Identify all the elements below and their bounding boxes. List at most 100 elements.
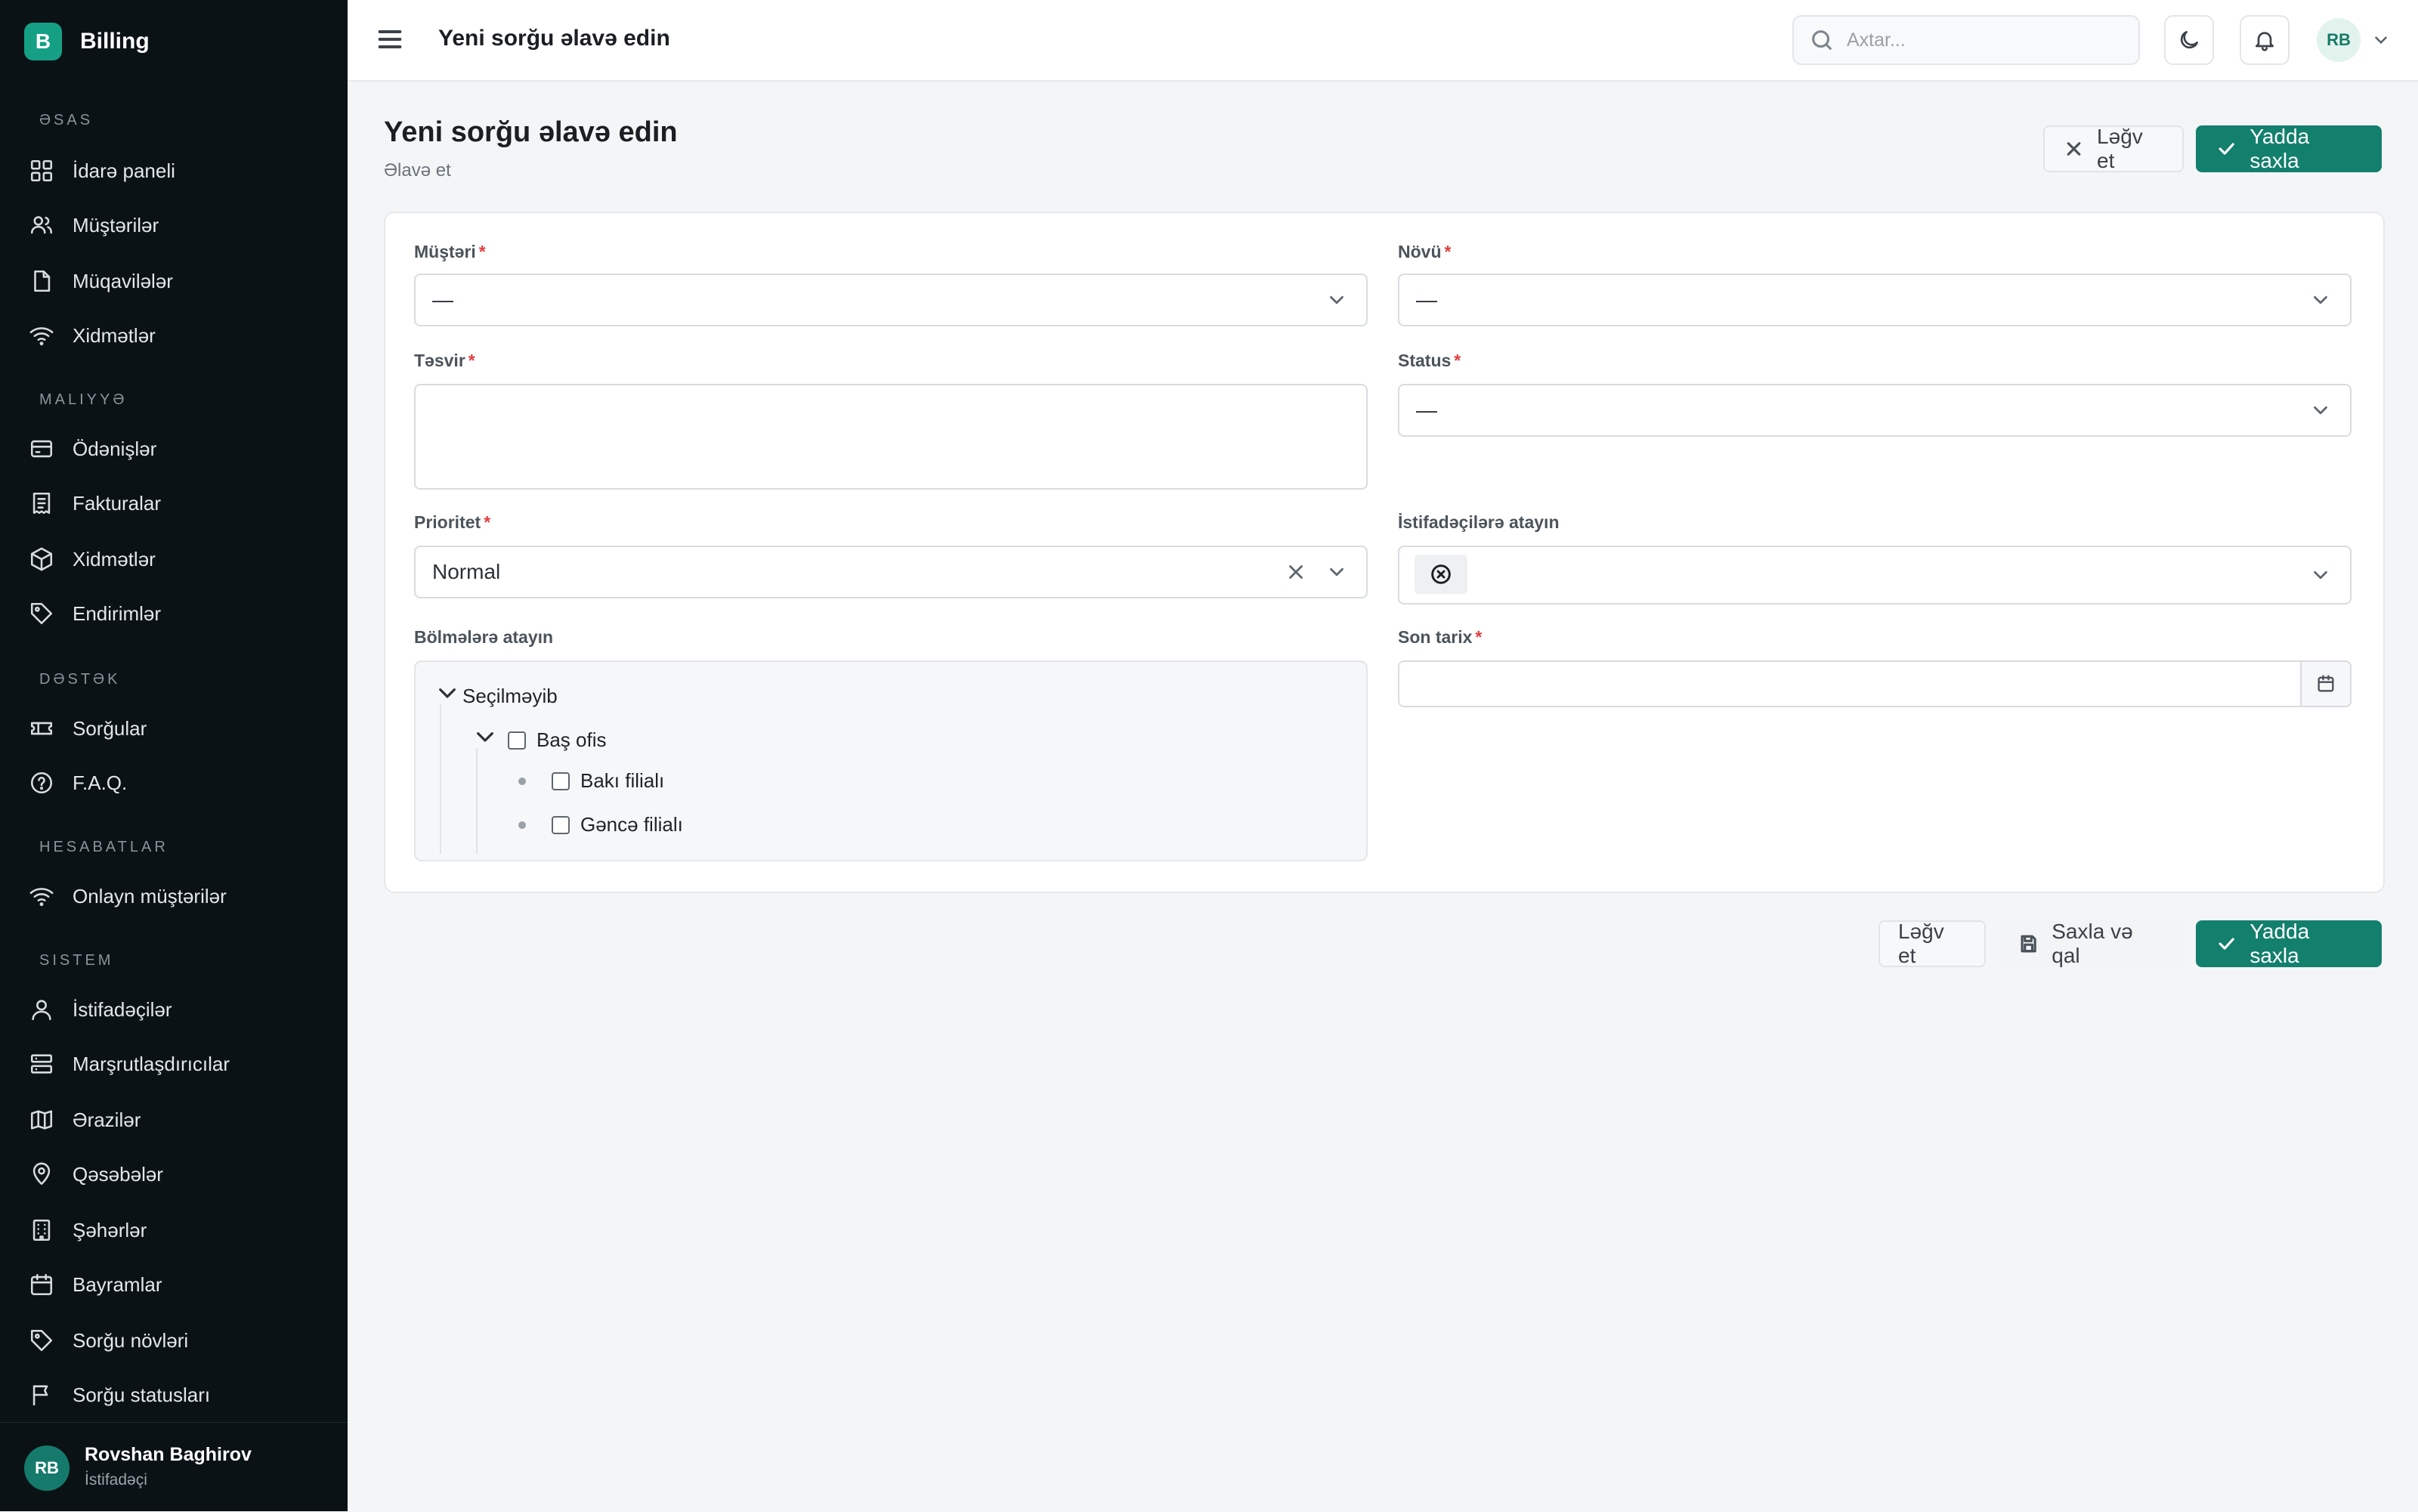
description-label: Təsvir * (414, 351, 475, 370)
sidebar-item-label: İdarə paneli (73, 159, 175, 182)
receipt-icon (32, 492, 51, 515)
sidebar-item-settlements[interactable]: Qəsəbələr (29, 1152, 163, 1197)
sidebar-item-label: Marşrutlaşdırıcılar (73, 1052, 230, 1075)
map-icon (30, 1110, 53, 1130)
tree-node-root[interactable]: Seçilməyib (435, 682, 558, 711)
save-and-stay-button[interactable]: Saxla və qal (1998, 920, 2184, 967)
sidebar-item-request-statuses[interactable]: Sorğu statusları (29, 1372, 210, 1418)
credit-card-icon (30, 440, 53, 458)
help-circle-icon (30, 771, 53, 794)
ganja-branch-checkbox[interactable] (552, 815, 570, 834)
sidebar-item-label: Qəsəbələr (73, 1162, 163, 1186)
sidebar-item-cities[interactable]: Şəhərlər (29, 1207, 147, 1253)
sidebar-item-holidays[interactable]: Bayramlar (29, 1262, 162, 1307)
chevron-down-icon[interactable] (473, 725, 497, 755)
grid-icon (30, 159, 53, 182)
sidebar-user[interactable]: RB Rovshan Baghirov İstifadəçi (0, 1422, 348, 1512)
status-select[interactable]: — (1398, 384, 2352, 437)
chevron-down-icon (2309, 564, 2332, 586)
department-tree: Seçilməyib Baş ofis Bakı filialı Gəncə f… (414, 660, 1368, 861)
search-input[interactable] (1845, 28, 2120, 52)
tree-node-ganja[interactable]: Gəncə filialı (518, 813, 683, 836)
user-chip[interactable] (1415, 555, 1467, 594)
assign-users-multiselect[interactable] (1398, 546, 2352, 604)
user-icon (32, 1000, 51, 1021)
chevron-down-icon (1325, 561, 1348, 583)
sidebar-item-faq[interactable]: F.A.Q. (29, 760, 127, 805)
tree-node-label: Bakı filialı (580, 769, 665, 792)
bullet (518, 777, 526, 785)
chevron-down-icon[interactable] (435, 682, 459, 711)
priority-label: Prioritet * (414, 512, 491, 532)
tree-node-baku[interactable]: Bakı filialı (518, 769, 664, 793)
tree-node-label: Gəncə filialı (580, 813, 683, 836)
sidebar-item-discounts[interactable]: Endirimlər (29, 591, 161, 636)
sidebar-item-request-types[interactable]: Sorğu növləri (29, 1318, 188, 1363)
sidebar-item-requests[interactable]: Sorğular (29, 706, 147, 751)
footer-cancel-button[interactable]: Ləğv et (1878, 920, 1986, 967)
sidebar-item-label: Xidmətlər (73, 547, 156, 570)
save-button[interactable]: Yadda saxla (2196, 125, 2382, 172)
page-subtitle: Əlavə et (384, 160, 451, 181)
cancel-button[interactable]: Ləğv et (2043, 125, 2184, 172)
sidebar-item-contracts[interactable]: Müqavilələr (29, 258, 173, 304)
search-box[interactable] (1792, 15, 2140, 65)
tree-node-head-office[interactable]: Baş ofis (473, 725, 607, 755)
check-icon (2219, 143, 2234, 155)
head-office-checkbox[interactable] (508, 731, 526, 750)
sidebar-item-areas[interactable]: Ərazilər (29, 1097, 141, 1143)
sidebar-item-dashboard[interactable]: İdarə paneli (29, 148, 175, 193)
sidebar-item-payments[interactable]: Ödənişlər (29, 426, 156, 472)
priority-select[interactable]: Normal (414, 546, 1368, 598)
user-role: İstifadəçi (85, 1471, 147, 1489)
page-title: Yeni sorğu əlavə edin (384, 116, 678, 148)
type-select[interactable]: — (1398, 274, 2352, 326)
flag-icon (32, 1385, 48, 1406)
sidebar-item-services[interactable]: Xidmətlər (29, 313, 156, 358)
sidebar-item-online-customers[interactable]: Onlayn müştərilər (29, 873, 227, 919)
avatar[interactable]: RB (2317, 18, 2361, 62)
deadline-label: Son tarix * (1398, 627, 1483, 647)
sidebar-item-label: Ərazilər (73, 1108, 141, 1131)
calendar-button[interactable] (2300, 662, 2350, 706)
notifications-button[interactable] (2240, 15, 2290, 65)
sidebar-item-finance-services[interactable]: Xidmətlər (29, 536, 156, 582)
sidebar-item-routers[interactable]: Marşrutlaşdırıcılar (29, 1041, 230, 1087)
sidebar-item-customers[interactable]: Müştərilər (29, 203, 159, 248)
search-icon (1812, 30, 1832, 50)
tree-node-label: Baş ofis (536, 728, 607, 751)
theme-toggle-button[interactable] (2164, 15, 2214, 65)
map-pin-icon (32, 1162, 51, 1186)
deadline-date-input[interactable] (1398, 660, 2352, 707)
priority-value: Normal (432, 560, 501, 583)
chevron-down-icon (2309, 289, 2332, 311)
customer-select[interactable]: — (414, 274, 1368, 326)
save-and-stay-label: Saxla və qal (2052, 920, 2133, 967)
menu-icon[interactable] (375, 24, 405, 54)
assign-departments-label: Bölmələrə atayın (414, 627, 554, 647)
status-label: Status * (1398, 351, 1461, 370)
sidebar-item-label: Fakturalar (73, 491, 162, 515)
chevron-down-icon[interactable] (2371, 30, 2391, 50)
save-icon (2021, 935, 2036, 953)
customer-label: Müştəri * (414, 242, 486, 261)
bullet (518, 821, 526, 829)
baku-branch-checkbox[interactable] (552, 771, 570, 790)
sidebar-item-invoices[interactable]: Fakturalar (29, 481, 161, 526)
sidebar-item-label: İstifadəçilər (73, 997, 172, 1021)
type-label: Növü * (1398, 242, 1452, 261)
brand-name: Billing (80, 29, 150, 54)
nav-section-support: Dəstək (39, 671, 121, 688)
sidebar-item-label: Xidmətlər (73, 323, 156, 347)
sidebar-item-users[interactable]: İstifadəçilər (29, 987, 172, 1032)
brand[interactable]: B Billing (24, 23, 150, 60)
ticket-icon (30, 722, 53, 735)
cancel-button-label: Ləğv et (2097, 125, 2143, 172)
sidebar-item-label: Endirimlər (73, 601, 162, 625)
description-textarea[interactable] (414, 384, 1368, 490)
footer-save-button[interactable]: Yadda saxla (2196, 920, 2382, 967)
tag-icon (30, 602, 53, 625)
clear-icon[interactable] (1285, 561, 1307, 583)
remove-circle-icon[interactable] (1429, 562, 1453, 586)
users-icon (30, 216, 53, 234)
